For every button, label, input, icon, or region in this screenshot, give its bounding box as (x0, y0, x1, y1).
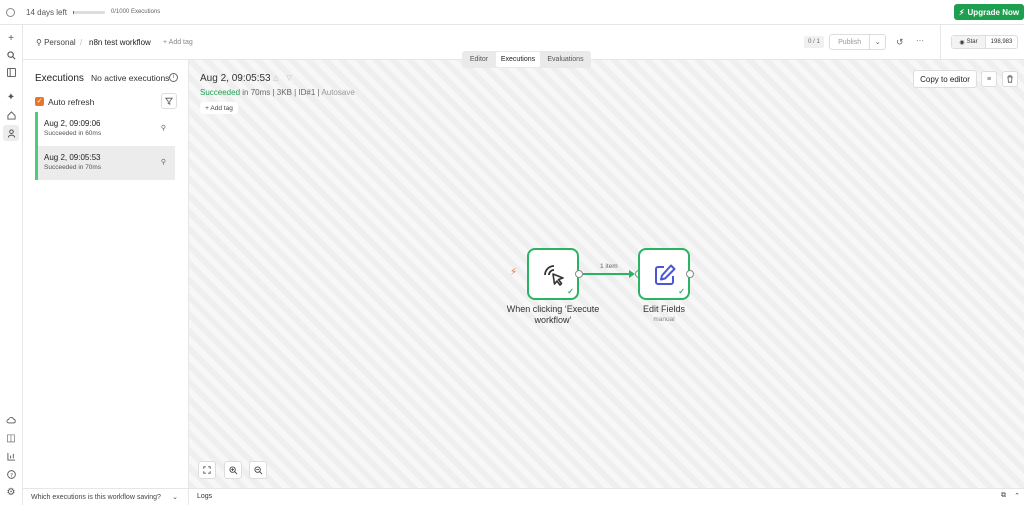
no-active-executions: No active executions (91, 73, 170, 83)
trigger-node-label: When clicking ‘Execute workflow’ (506, 304, 600, 325)
rating-icons: △▽ (273, 74, 300, 82)
zoom-in-icon (228, 465, 237, 474)
workflow-name[interactable]: n8n test workflow (89, 38, 151, 47)
pencil-edit-icon (655, 264, 676, 285)
trash-icon[interactable] (1002, 71, 1018, 87)
logs-bar[interactable]: Logs ⧉ ⌃ (189, 488, 1024, 505)
github-star-label: Star (966, 39, 978, 45)
zoom-in-button[interactable] (224, 461, 242, 479)
add-tag-button[interactable]: + Add tag (163, 39, 193, 46)
breadcrumb-separator: / (80, 38, 83, 47)
flask-icon: ⚲ (160, 125, 166, 132)
svg-text:?: ? (10, 472, 13, 478)
user-icon[interactable] (3, 125, 19, 141)
auto-refresh-checkbox[interactable]: ✓ (35, 97, 44, 106)
cloud-icon[interactable] (3, 412, 19, 428)
saving-executions-question[interactable]: Which executions is this workflow saving… (23, 488, 189, 505)
trigger-node[interactable]: ✓ (527, 248, 579, 300)
add-icon[interactable]: + (3, 30, 19, 46)
breadcrumb-project[interactable]: ⚲︎ Personal (36, 38, 76, 47)
zoom-out-button[interactable] (249, 461, 267, 479)
success-check-icon: ✓ (567, 287, 574, 296)
autosave-label: Autosave (321, 88, 355, 97)
chevron-down-icon: ⌄ (172, 494, 178, 501)
execution-list-item[interactable]: Aug 2, 09:05:53 Succeeded in 70ms ⚲ (35, 146, 175, 180)
publish-button[interactable]: Publish ⌄ (829, 34, 886, 50)
chevron-down-icon[interactable]: ⌄ (869, 35, 885, 49)
executions-panel: Executions No active executions i ✓ Auto… (23, 60, 189, 488)
trial-usage-fill (72, 10, 75, 14)
copy-to-editor-button[interactable]: Copy to editor (913, 70, 977, 88)
github-star-button[interactable]: ◉ Star 198,983 (951, 35, 1018, 49)
execution-date: Aug 2, 09:09:06 (44, 119, 101, 128)
execution-status-line: Succeeded in 70ms | 3KB | ID#1 | Autosav… (200, 88, 355, 97)
panel-toggle-icon[interactable] (3, 64, 19, 80)
trigger-bolt-icon: ⚡︎ (510, 267, 518, 278)
home-icon[interactable] (3, 107, 19, 123)
logs-label: Logs (197, 493, 213, 500)
tab-executions[interactable]: Executions (496, 52, 540, 67)
chevron-up-icon[interactable]: ⌃ (1014, 492, 1020, 500)
search-icon[interactable] (3, 47, 19, 63)
github-icon: ◉ (959, 39, 965, 46)
auto-refresh-label[interactable]: Auto refresh (48, 97, 94, 107)
execution-date: Aug 2, 09:05:53 (44, 153, 101, 162)
header-divider (940, 25, 941, 60)
execution-status: Succeeded in 70ms (44, 164, 102, 171)
upgrade-button[interactable]: ⚡︎ Upgrade Now (954, 4, 1024, 20)
workflow-canvas[interactable]: Aug 2, 09:05:53 △▽ Succeeded in 70ms | 3… (189, 60, 1024, 488)
trial-bar: 14 days left 0/1000 Executions ⚡︎ Upgrad… (0, 0, 1024, 25)
view-tabs: Editor Executions Evaluations (462, 51, 591, 68)
history-icon[interactable]: ↺ (896, 37, 904, 48)
status-details: in 70ms | 3KB | ID#1 | (240, 88, 322, 97)
popout-icon[interactable]: ⧉ (1001, 492, 1006, 500)
fit-view-button[interactable] (198, 461, 216, 479)
thumbs-down-icon[interactable]: ▽ (286, 75, 299, 82)
trial-days-left: 14 days left (26, 7, 67, 17)
version-counter: 0 / 1 (804, 36, 824, 48)
lightning-icon: ⚡︎ (958, 7, 965, 17)
tab-editor[interactable]: Editor (463, 52, 495, 67)
clock-icon (6, 7, 15, 17)
thumbs-up-icon[interactable]: △ (273, 75, 286, 82)
cursor-click-icon (544, 265, 564, 286)
execution-list-item[interactable]: Aug 2, 09:09:06 Succeeded in 60ms ⚲ (35, 112, 175, 146)
executions-title: Executions (35, 73, 84, 84)
more-options-icon[interactable]: ··· (916, 36, 924, 45)
flask-icon: ⚲ (160, 159, 166, 166)
connection-edge[interactable] (583, 273, 629, 275)
tab-evaluations[interactable]: Evaluations (541, 52, 590, 67)
filter-button[interactable] (161, 93, 177, 109)
github-star-count: 198,983 (990, 39, 1013, 45)
project-label: Personal (44, 38, 76, 47)
edge-item-count: 1 item (600, 263, 618, 270)
settings-icon[interactable]: ⚙ (3, 484, 19, 500)
filter-icon (165, 97, 173, 105)
trial-executions-count: 0/1000 Executions (110, 9, 161, 15)
fit-view-icon (203, 466, 211, 474)
canvas-add-tag-button[interactable]: + Add tag (200, 102, 238, 114)
question-label: Which executions is this workflow saving… (31, 493, 161, 501)
edit-fields-node[interactable]: ✓ (638, 248, 690, 300)
execution-title-date: Aug 2, 09:05:53 (200, 73, 271, 84)
list-icon[interactable]: ≡ (981, 71, 997, 87)
zoom-out-icon (253, 465, 262, 474)
sparkle-icon[interactable]: ✦ (3, 89, 19, 105)
output-handle[interactable] (575, 270, 583, 278)
info-icon[interactable]: i (169, 73, 178, 82)
output-handle[interactable] (686, 270, 694, 278)
main-sidebar: + ✦ ◫ ? ⚙ (0, 25, 23, 505)
success-check-icon: ✓ (678, 287, 685, 296)
github-star[interactable]: ◉ Star (952, 36, 986, 48)
insights-icon[interactable] (3, 448, 19, 464)
status-succeeded: Succeeded (200, 88, 241, 97)
publish-label: Publish (838, 38, 862, 46)
templates-icon[interactable]: ◫ (3, 430, 19, 446)
trial-usage-bar (72, 10, 105, 14)
edit-fields-node-label: Edit Fields (642, 304, 686, 314)
edit-fields-node-subtitle: manual (653, 316, 675, 323)
upgrade-label: Upgrade Now (967, 7, 1020, 17)
execution-status: Succeeded in 60ms (44, 130, 102, 137)
help-icon[interactable]: ? (3, 466, 19, 482)
